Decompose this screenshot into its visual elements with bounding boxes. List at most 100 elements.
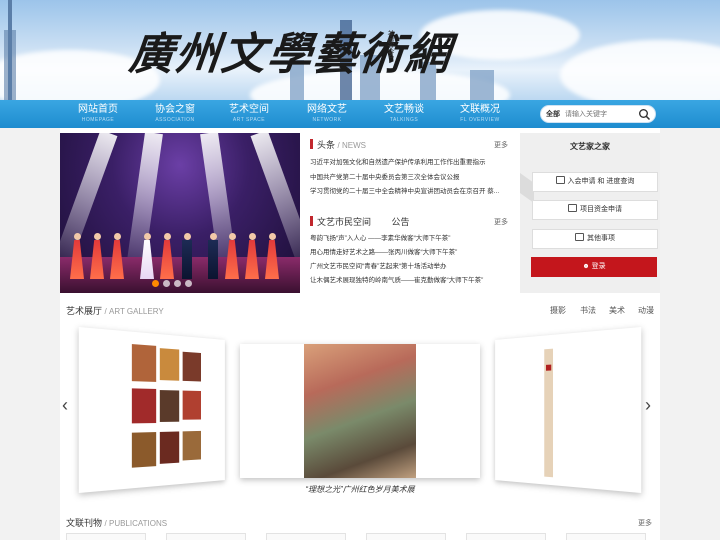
gallery-card-featured[interactable] <box>240 344 480 478</box>
headlines-title: 头条 <box>317 140 336 150</box>
performer <box>225 233 239 279</box>
gallery-next-arrow[interactable]: › <box>645 395 651 416</box>
logo-seal: 羊城文艺 <box>387 30 395 58</box>
news-item[interactable]: 中国共产党第二十届中央委员会第三次全体会议公报 <box>310 171 460 181</box>
notice-item[interactable]: 让木偶艺术展现独特的岭南气质——崔克勤做客“大师下午茶” <box>310 274 483 284</box>
nav-item-art-space[interactable]: 艺术空间 ART SPACE <box>214 103 284 124</box>
publication-card[interactable] <box>166 533 246 540</box>
document-icon <box>568 204 577 212</box>
cloud <box>560 40 720 100</box>
button-label: 入会申请 和 进度查询 <box>567 178 635 185</box>
nav-item-home[interactable]: 网站首页 HOMEPAGE <box>63 103 133 124</box>
headlines-heading: 头条 / NEWS <box>310 138 366 151</box>
headlines-more-link[interactable]: 更多 <box>494 140 508 150</box>
publication-card[interactable] <box>266 533 346 540</box>
slide-dot[interactable] <box>163 280 170 287</box>
heading-marker <box>310 139 313 149</box>
gallery-tab-animation[interactable]: 动漫 <box>638 305 654 316</box>
slide-dot[interactable] <box>152 280 159 287</box>
gallery-tab-photography[interactable]: 摄影 <box>550 305 566 316</box>
login-label: 登录 <box>591 263 606 270</box>
publications-title: 文联刊物 <box>66 518 103 528</box>
panel-title: 文艺家之家 <box>570 142 610 151</box>
nav-label: 文艺畅谈 <box>384 104 424 115</box>
artwork <box>159 431 180 464</box>
search-input[interactable] <box>565 108 637 121</box>
notice-item[interactable]: 广州文艺市民空间“青春”艺起来“第十场活动举办 <box>310 260 447 270</box>
nav-item-talkings[interactable]: 文艺畅谈 TALKINGS <box>369 103 439 124</box>
headlines-title-en: / NEWS <box>337 141 366 150</box>
publication-card[interactable] <box>366 533 446 540</box>
notice-heading: 文艺市民空间 公告 <box>310 215 410 228</box>
publication-card[interactable] <box>66 533 146 540</box>
slide-indicators <box>152 280 192 287</box>
publications-heading: 文联刊物 / PUBLICATIONS <box>66 516 167 529</box>
notice-title[interactable]: 文艺市民空间 <box>317 217 371 227</box>
artwork <box>131 388 157 424</box>
nav-label: 协会之窗 <box>155 104 195 115</box>
gallery-card-left[interactable] <box>78 326 225 494</box>
news-item[interactable]: 学习贯彻党的二十届三中全会精神中央宣讲团动员会在京召开 蔡... <box>310 185 499 195</box>
building <box>470 70 494 100</box>
slide-dot[interactable] <box>174 280 181 287</box>
list-icon <box>575 233 584 241</box>
performer <box>206 233 220 279</box>
notice-title-announcement[interactable]: 公告 <box>392 217 410 227</box>
performer <box>265 233 279 279</box>
membership-apply-button[interactable]: 入会申请 和 进度查询 <box>532 172 658 192</box>
nav-label: 网络文艺 <box>307 104 347 115</box>
nav-label: 文联概况 <box>460 104 500 115</box>
gallery-card-right[interactable] <box>495 326 642 494</box>
news-item[interactable]: 习近平对加强文化和自然遗产保护传承利用工作作出重要指示 <box>310 156 486 166</box>
search-box: 全部 <box>540 105 656 123</box>
artwork <box>159 348 180 381</box>
nav-label: 艺术空间 <box>229 104 269 115</box>
performer <box>140 233 154 279</box>
performer <box>245 233 259 279</box>
main-content: 头条 / NEWS 更多 习近平对加强文化和自然遗产保护传承利用工作作出重要指示… <box>60 128 660 540</box>
nav-item-association[interactable]: 协会之窗 ASSOCIATION <box>140 103 210 124</box>
nav-sublabel: FL OVERVIEW <box>460 117 500 123</box>
notice-more-link[interactable]: 更多 <box>494 217 508 227</box>
nav-sublabel: TALKINGS <box>389 117 419 123</box>
button-label: 项目资金申请 <box>580 206 622 213</box>
slide-dot[interactable] <box>185 280 192 287</box>
nav-item-overview[interactable]: 文联概况 FL OVERVIEW <box>445 103 515 124</box>
nav-label: 网站首页 <box>78 104 118 115</box>
canton-tower-base <box>4 30 16 100</box>
user-icon: ☻ <box>582 263 592 270</box>
publication-card[interactable] <box>566 533 646 540</box>
other-matters-button[interactable]: 其他事项 <box>532 229 658 249</box>
gallery-title-en: / ART GALLERY <box>104 307 164 316</box>
artwork <box>182 430 202 461</box>
header-banner: 廣州文學藝術網 羊城文艺 <box>0 0 720 100</box>
hero-slideshow[interactable] <box>60 133 300 293</box>
publications-more-link[interactable]: 更多 <box>638 518 652 528</box>
performer <box>180 233 194 279</box>
nav-item-network[interactable]: 网络文艺 NETWORK <box>292 103 362 124</box>
seal-mark <box>545 364 552 371</box>
artwork <box>182 351 202 382</box>
gallery-tab-calligraphy[interactable]: 书法 <box>580 305 596 316</box>
search-scope[interactable]: 全部 <box>546 109 560 119</box>
search-icon[interactable] <box>638 108 651 121</box>
gallery-tab-fine-arts[interactable]: 美术 <box>609 305 625 316</box>
form-icon <box>555 176 565 184</box>
login-button[interactable]: ☻ 登录 <box>531 257 657 277</box>
nav-sublabel: NETWORK <box>312 117 342 123</box>
publications-title-en: / PUBLICATIONS <box>104 519 168 528</box>
nav-sublabel: HOMEPAGE <box>81 117 115 123</box>
artwork <box>159 390 180 422</box>
site-logo[interactable]: 廣州文學藝術網 <box>127 18 456 82</box>
notice-item[interactable]: 粤韵飞扬“声”入人心 ——李素华做客“大师下午茶” <box>310 232 450 242</box>
gallery-prev-arrow[interactable]: ‹ <box>62 395 68 416</box>
artwork <box>131 344 157 382</box>
performer <box>70 233 84 279</box>
gallery-heading: 艺术展厅 / ART GALLERY <box>66 304 164 317</box>
featured-artwork <box>304 344 416 478</box>
artwork <box>131 432 157 468</box>
notice-item[interactable]: 用心用情走好艺术之路——张丙川做客“大师下午茶” <box>310 246 457 256</box>
publication-card[interactable] <box>466 533 546 540</box>
nav-sublabel: ASSOCIATION <box>155 117 195 123</box>
project-funding-button[interactable]: 项目资金申请 <box>532 200 658 220</box>
